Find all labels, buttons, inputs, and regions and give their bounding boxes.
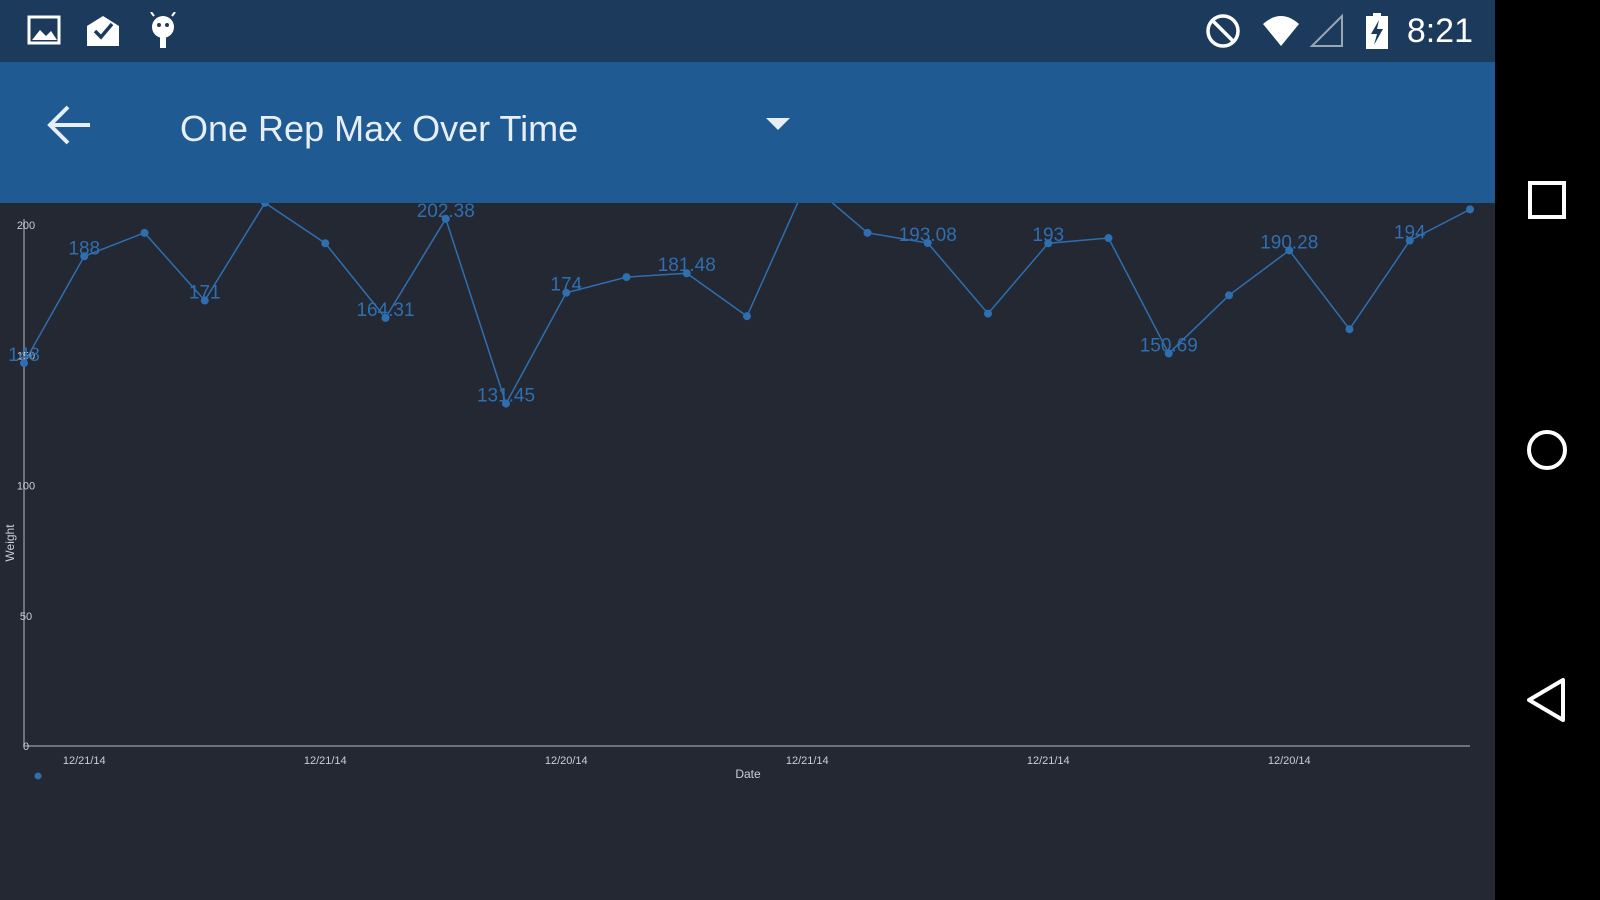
data-point [1104,234,1113,243]
series-line [23,203,1471,406]
x-tick-label: 12/21/14 [786,755,829,767]
image-icon [27,15,61,45]
recents-square-icon[interactable] [1515,168,1579,232]
cell-signal-icon [1309,13,1343,47]
data-label: 193 [1032,225,1064,246]
data-label: 193.08 [899,225,957,246]
x-tick-label: 12/20/14 [1268,755,1311,767]
clock-time: 8:21 [1406,12,1473,50]
data-point [1466,205,1474,214]
wifi-icon [1263,16,1299,46]
data-label: 202.38 [417,203,475,222]
chart-type-dropdown[interactable]: One Rep Max Over Time [170,92,810,168]
home-circle-icon[interactable] [1515,418,1579,482]
y-tick-label: 50 [20,611,32,623]
y-tick-label: 200 [17,220,35,232]
back-triangle-icon[interactable] [1515,668,1579,732]
x-tick-label: 12/21/14 [63,755,106,767]
battery-charging-icon [1366,13,1388,49]
mail-check-icon [87,16,119,46]
data-label: 174 [550,275,582,296]
y-axis-title: Weight [3,524,17,562]
data-point [984,309,992,318]
x-tick-label: 12/20/14 [545,755,588,767]
page-title: One Rep Max Over Time [180,108,579,149]
app-bar: One Rep Max Over Time [0,62,1495,203]
data-point [140,228,149,237]
x-tick-label: 12/21/14 [304,755,347,767]
y-tick-label: 0 [23,741,29,753]
x-tick-label: 12/21/14 [1027,755,1070,767]
data-label: 181.48 [658,255,716,276]
data-label: 148 [8,345,40,366]
line-chart: 05010015020012/21/14 12/21/14 12/20/14 12/2… [3,203,1474,781]
data-label: 131.45 [477,386,535,407]
data-label: 194 [1394,223,1426,244]
data-label: 188 [68,238,100,259]
data-point [1225,291,1233,300]
data-point [1345,325,1354,334]
data-label: 190.28 [1260,232,1318,253]
data-point [622,273,631,282]
status-bar: 8:21 [0,0,1495,62]
legend-marker [34,772,42,780]
data-point [743,312,751,321]
do-not-disturb-icon [1206,14,1240,48]
arrow-left-icon[interactable] [36,92,108,158]
caret-down-icon [766,118,790,130]
data-label: 171 [189,283,221,304]
y-tick-label: 100 [17,481,35,493]
x-axis-title: Date [735,767,761,781]
chart-area: 0 50 100 150 200 12/21/14 12/21/14 12/20/14 12/2… [0,203,1495,900]
app-screen: 8:21 One Rep Max Over Time 0 50 100 150 200 1… [0,0,1495,900]
data-label: 208.51 [236,203,294,206]
data-label: 150.69 [1140,335,1198,356]
data-label: 164.31 [356,300,414,321]
data-point [321,239,330,248]
android-icon [150,12,176,48]
navigation-bar [1495,0,1600,900]
data-point [863,228,872,237]
